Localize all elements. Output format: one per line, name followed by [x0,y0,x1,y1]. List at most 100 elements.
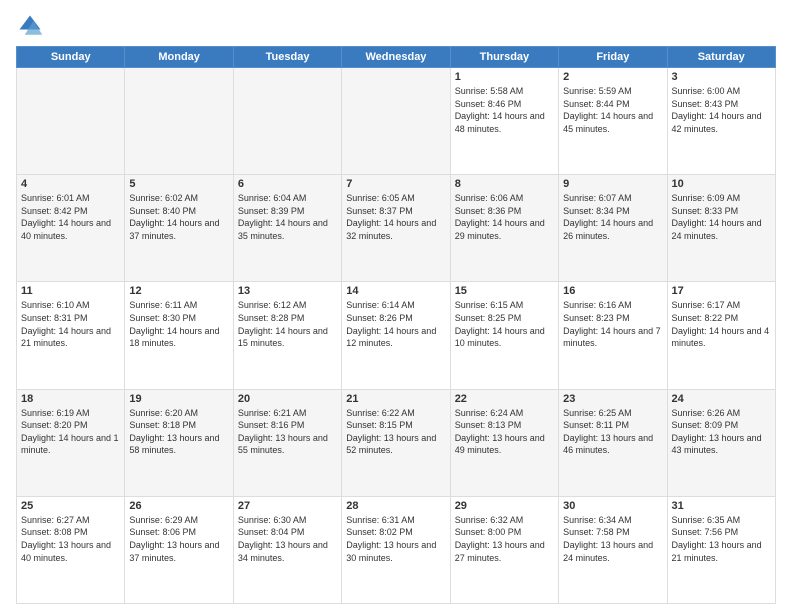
weekday-header-thursday: Thursday [450,47,558,68]
day-info: Sunrise: 6:24 AM Sunset: 8:13 PM Dayligh… [455,407,554,457]
weekday-header-saturday: Saturday [667,47,775,68]
day-info: Sunrise: 6:21 AM Sunset: 8:16 PM Dayligh… [238,407,337,457]
day-cell-6: 6 Sunrise: 6:04 AM Sunset: 8:39 PM Daylig… [233,175,341,282]
day-number: 3 [672,71,771,83]
day-cell-30: 30Sunrise: 6:34 AM Sunset: 7:58 PM Dayli… [559,496,667,603]
day-number: 5 [129,178,228,190]
day-info: Sunrise: 6:22 AM Sunset: 8:15 PM Dayligh… [346,407,445,457]
weekday-header-monday: Monday [125,47,233,68]
day-number: 2 [563,71,662,83]
day-number: 29 [455,500,554,512]
day-cell-12: 12Sunrise: 6:11 AM Sunset: 8:30 PM Dayli… [125,282,233,389]
day-info: Sunrise: 6:27 AM Sunset: 8:08 PM Dayligh… [21,514,120,564]
day-number: 8 [455,178,554,190]
day-cell-1: 1 Sunrise: 5:58 AM Sunset: 8:46 PM Daylig… [450,68,558,175]
day-cell-29: 29Sunrise: 6:32 AM Sunset: 8:00 PM Dayli… [450,496,558,603]
day-number: 27 [238,500,337,512]
day-number: 7 [346,178,445,190]
header [16,12,776,40]
day-cell-5: 5 Sunrise: 6:02 AM Sunset: 8:40 PM Daylig… [125,175,233,282]
day-info: Sunrise: 6:29 AM Sunset: 8:06 PM Dayligh… [129,514,228,564]
day-cell-21: 21 Sunrise: 6:22 AM Sunset: 8:15 PM Dayli… [342,389,450,496]
logo-icon [16,12,44,40]
day-cell-26: 26 Sunrise: 6:29 AM Sunset: 8:06 PM Dayli… [125,496,233,603]
day-number: 9 [563,178,662,190]
day-info: Sunrise: 6:00 AM Sunset: 8:43 PM Dayligh… [672,85,771,135]
day-info: Sunrise: 6:17 AM Sunset: 8:22 PM Dayligh… [672,299,771,349]
day-info: Sunrise: 6:16 AM Sunset: 8:23 PM Dayligh… [563,299,662,349]
day-cell-7: 7 Sunrise: 6:05 AM Sunset: 8:37 PM Daylig… [342,175,450,282]
day-number: 15 [455,285,554,297]
calendar-table: SundayMondayTuesdayWednesdayThursdayFrid… [16,46,776,604]
day-number: 25 [21,500,120,512]
logo [16,12,48,40]
day-cell-31: 31Sunrise: 6:35 AM Sunset: 7:56 PM Dayli… [667,496,775,603]
day-info: Sunrise: 6:19 AM Sunset: 8:20 PM Dayligh… [21,407,120,457]
weekday-header-sunday: Sunday [17,47,125,68]
weekday-header-row: SundayMondayTuesdayWednesdayThursdayFrid… [17,47,776,68]
empty-cell [125,68,233,175]
day-cell-4: 4 Sunrise: 6:01 AM Sunset: 8:42 PM Daylig… [17,175,125,282]
day-cell-24: 24 Sunrise: 6:26 AM Sunset: 8:09 PM Dayli… [667,389,775,496]
day-cell-11: 11 Sunrise: 6:10 AM Sunset: 8:31 PM Dayli… [17,282,125,389]
page: SundayMondayTuesdayWednesdayThursdayFrid… [0,0,792,612]
day-info: Sunrise: 6:35 AM Sunset: 7:56 PM Dayligh… [672,514,771,564]
day-info: Sunrise: 6:04 AM Sunset: 8:39 PM Dayligh… [238,192,337,242]
day-cell-15: 15 Sunrise: 6:15 AM Sunset: 8:25 PM Dayli… [450,282,558,389]
day-cell-3: 3 Sunrise: 6:00 AM Sunset: 8:43 PM Daylig… [667,68,775,175]
day-cell-10: 10 Sunrise: 6:09 AM Sunset: 8:33 PM Dayli… [667,175,775,282]
day-number: 17 [672,285,771,297]
day-info: Sunrise: 6:02 AM Sunset: 8:40 PM Dayligh… [129,192,228,242]
day-info: Sunrise: 6:31 AM Sunset: 8:02 PM Dayligh… [346,514,445,564]
day-cell-28: 28 Sunrise: 6:31 AM Sunset: 8:02 PM Dayli… [342,496,450,603]
day-number: 4 [21,178,120,190]
empty-cell [342,68,450,175]
day-info: Sunrise: 6:01 AM Sunset: 8:42 PM Dayligh… [21,192,120,242]
day-cell-8: 8Sunrise: 6:06 AM Sunset: 8:36 PM Daylig… [450,175,558,282]
day-info: Sunrise: 6:14 AM Sunset: 8:26 PM Dayligh… [346,299,445,349]
day-number: 13 [238,285,337,297]
day-info: Sunrise: 6:09 AM Sunset: 8:33 PM Dayligh… [672,192,771,242]
week-row-4: 18Sunrise: 6:19 AM Sunset: 8:20 PM Dayli… [17,389,776,496]
day-cell-18: 18Sunrise: 6:19 AM Sunset: 8:20 PM Dayli… [17,389,125,496]
week-row-1: 1 Sunrise: 5:58 AM Sunset: 8:46 PM Daylig… [17,68,776,175]
weekday-header-friday: Friday [559,47,667,68]
weekday-header-wednesday: Wednesday [342,47,450,68]
day-cell-19: 19Sunrise: 6:20 AM Sunset: 8:18 PM Dayli… [125,389,233,496]
day-cell-13: 13 Sunrise: 6:12 AM Sunset: 8:28 PM Dayli… [233,282,341,389]
day-number: 23 [563,393,662,405]
day-info: Sunrise: 6:20 AM Sunset: 8:18 PM Dayligh… [129,407,228,457]
day-cell-17: 17 Sunrise: 6:17 AM Sunset: 8:22 PM Dayli… [667,282,775,389]
day-number: 16 [563,285,662,297]
day-number: 20 [238,393,337,405]
day-number: 28 [346,500,445,512]
day-info: Sunrise: 6:10 AM Sunset: 8:31 PM Dayligh… [21,299,120,349]
day-cell-2: 2 Sunrise: 5:59 AM Sunset: 8:44 PM Daylig… [559,68,667,175]
empty-cell [17,68,125,175]
day-number: 26 [129,500,228,512]
week-row-3: 11 Sunrise: 6:10 AM Sunset: 8:31 PM Dayli… [17,282,776,389]
day-number: 21 [346,393,445,405]
day-number: 12 [129,285,228,297]
day-number: 1 [455,71,554,83]
day-cell-27: 27 Sunrise: 6:30 AM Sunset: 8:04 PM Dayli… [233,496,341,603]
week-row-2: 4 Sunrise: 6:01 AM Sunset: 8:42 PM Daylig… [17,175,776,282]
day-info: Sunrise: 5:59 AM Sunset: 8:44 PM Dayligh… [563,85,662,135]
day-cell-25: 25 Sunrise: 6:27 AM Sunset: 8:08 PM Dayli… [17,496,125,603]
day-info: Sunrise: 6:34 AM Sunset: 7:58 PM Dayligh… [563,514,662,564]
day-info: Sunrise: 6:26 AM Sunset: 8:09 PM Dayligh… [672,407,771,457]
day-info: Sunrise: 5:58 AM Sunset: 8:46 PM Dayligh… [455,85,554,135]
day-info: Sunrise: 6:30 AM Sunset: 8:04 PM Dayligh… [238,514,337,564]
day-info: Sunrise: 6:15 AM Sunset: 8:25 PM Dayligh… [455,299,554,349]
week-row-5: 25 Sunrise: 6:27 AM Sunset: 8:08 PM Dayli… [17,496,776,603]
day-number: 24 [672,393,771,405]
day-info: Sunrise: 6:05 AM Sunset: 8:37 PM Dayligh… [346,192,445,242]
day-info: Sunrise: 6:12 AM Sunset: 8:28 PM Dayligh… [238,299,337,349]
day-number: 11 [21,285,120,297]
day-number: 10 [672,178,771,190]
day-info: Sunrise: 6:07 AM Sunset: 8:34 PM Dayligh… [563,192,662,242]
day-cell-9: 9 Sunrise: 6:07 AM Sunset: 8:34 PM Daylig… [559,175,667,282]
day-cell-22: 22Sunrise: 6:24 AM Sunset: 8:13 PM Dayli… [450,389,558,496]
day-number: 14 [346,285,445,297]
day-number: 6 [238,178,337,190]
